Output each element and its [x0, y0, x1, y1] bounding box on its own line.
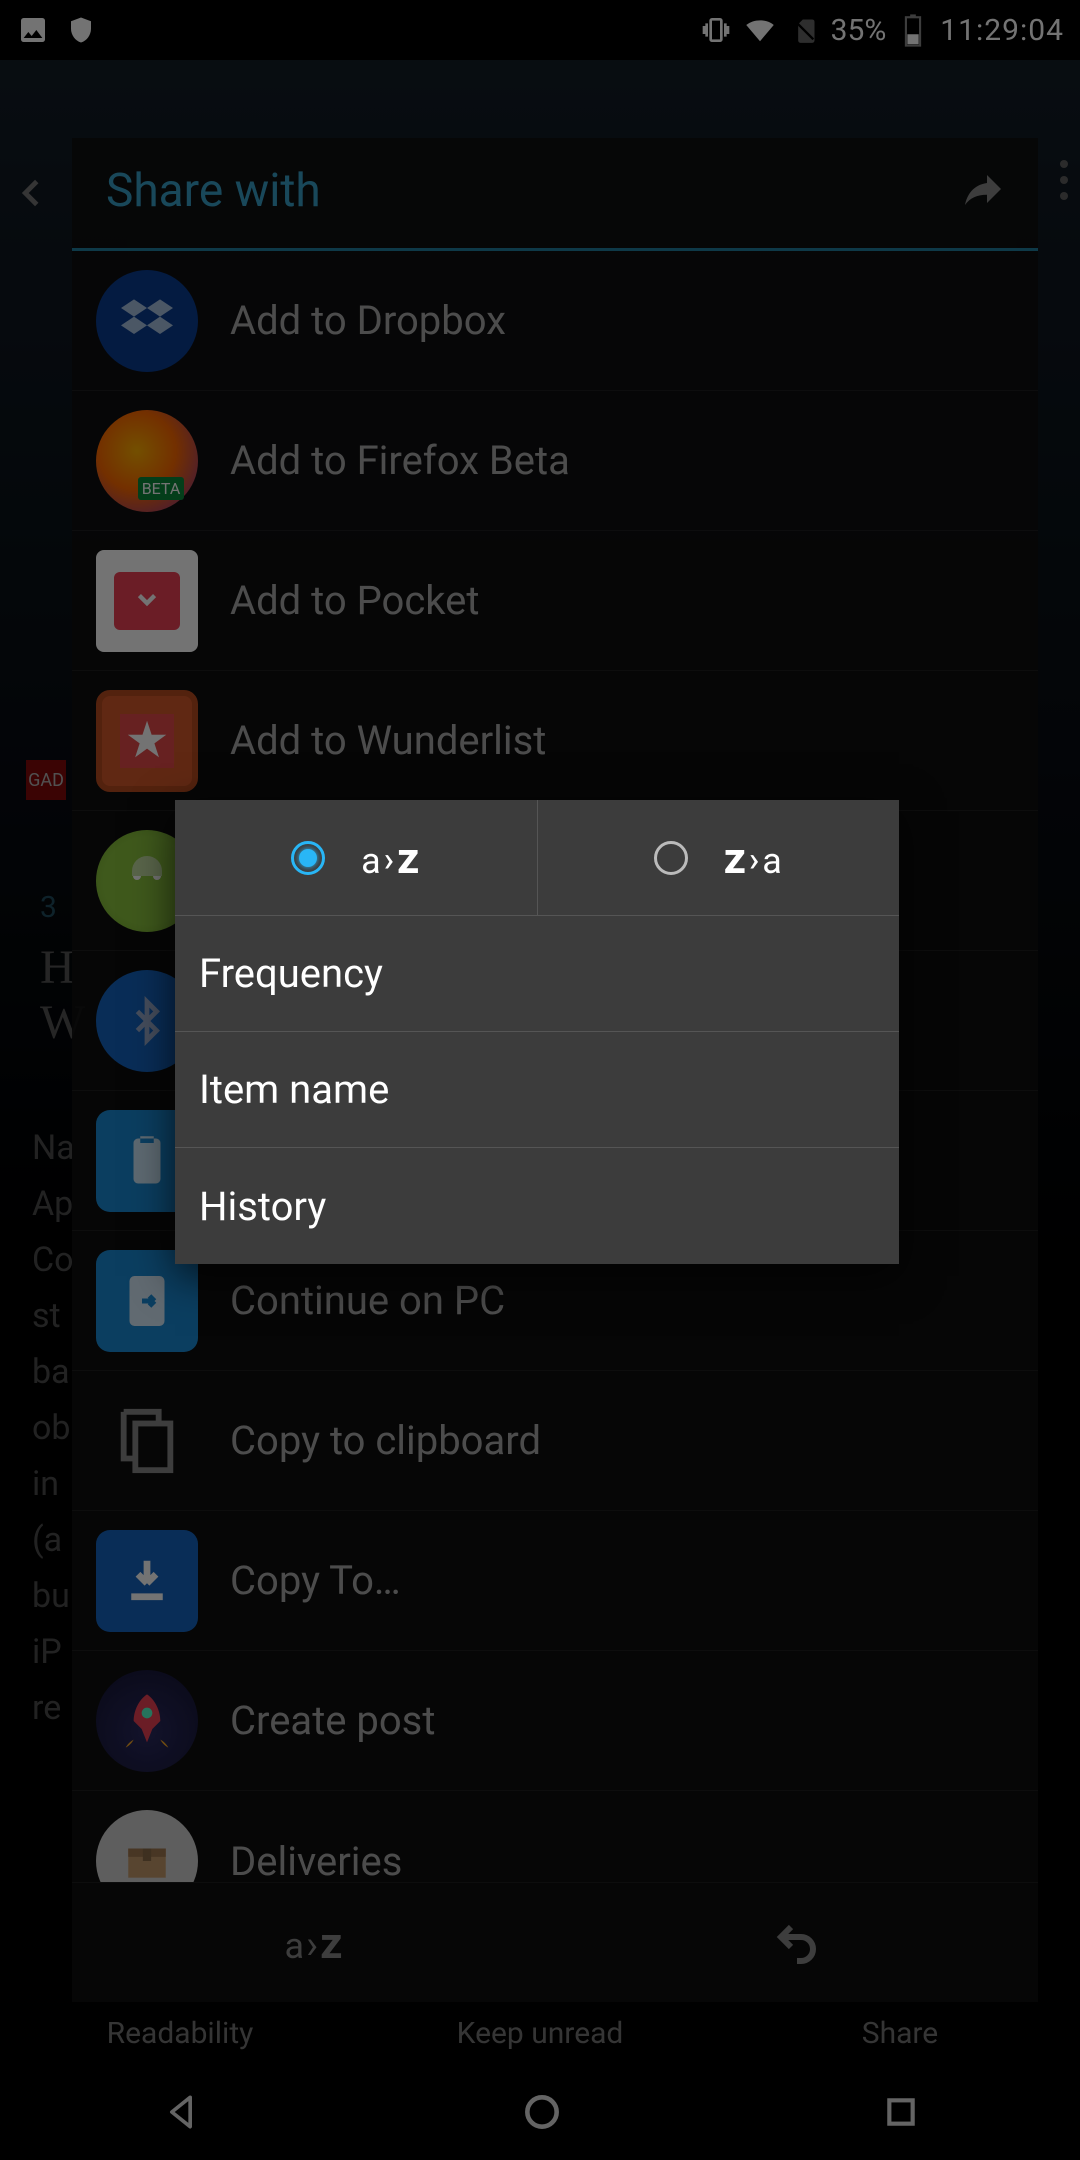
sort-descending-button[interactable]: z›a: [538, 800, 900, 915]
sort-direction-row: a›z z›a: [175, 800, 899, 916]
sort-option-history[interactable]: History: [175, 1148, 899, 1264]
sort-popup: a›z z›a Frequency Item name History: [175, 800, 899, 1264]
sort-option-item-name[interactable]: Item name: [175, 1032, 899, 1148]
sort-option-frequency[interactable]: Frequency: [175, 916, 899, 1032]
sort-ascending-button[interactable]: a›z: [175, 800, 538, 915]
radio-off-icon: [654, 841, 688, 875]
radio-on-icon: [291, 841, 325, 875]
sort-asc-label: a›z: [361, 832, 420, 884]
sort-desc-label: z›a: [724, 832, 783, 884]
